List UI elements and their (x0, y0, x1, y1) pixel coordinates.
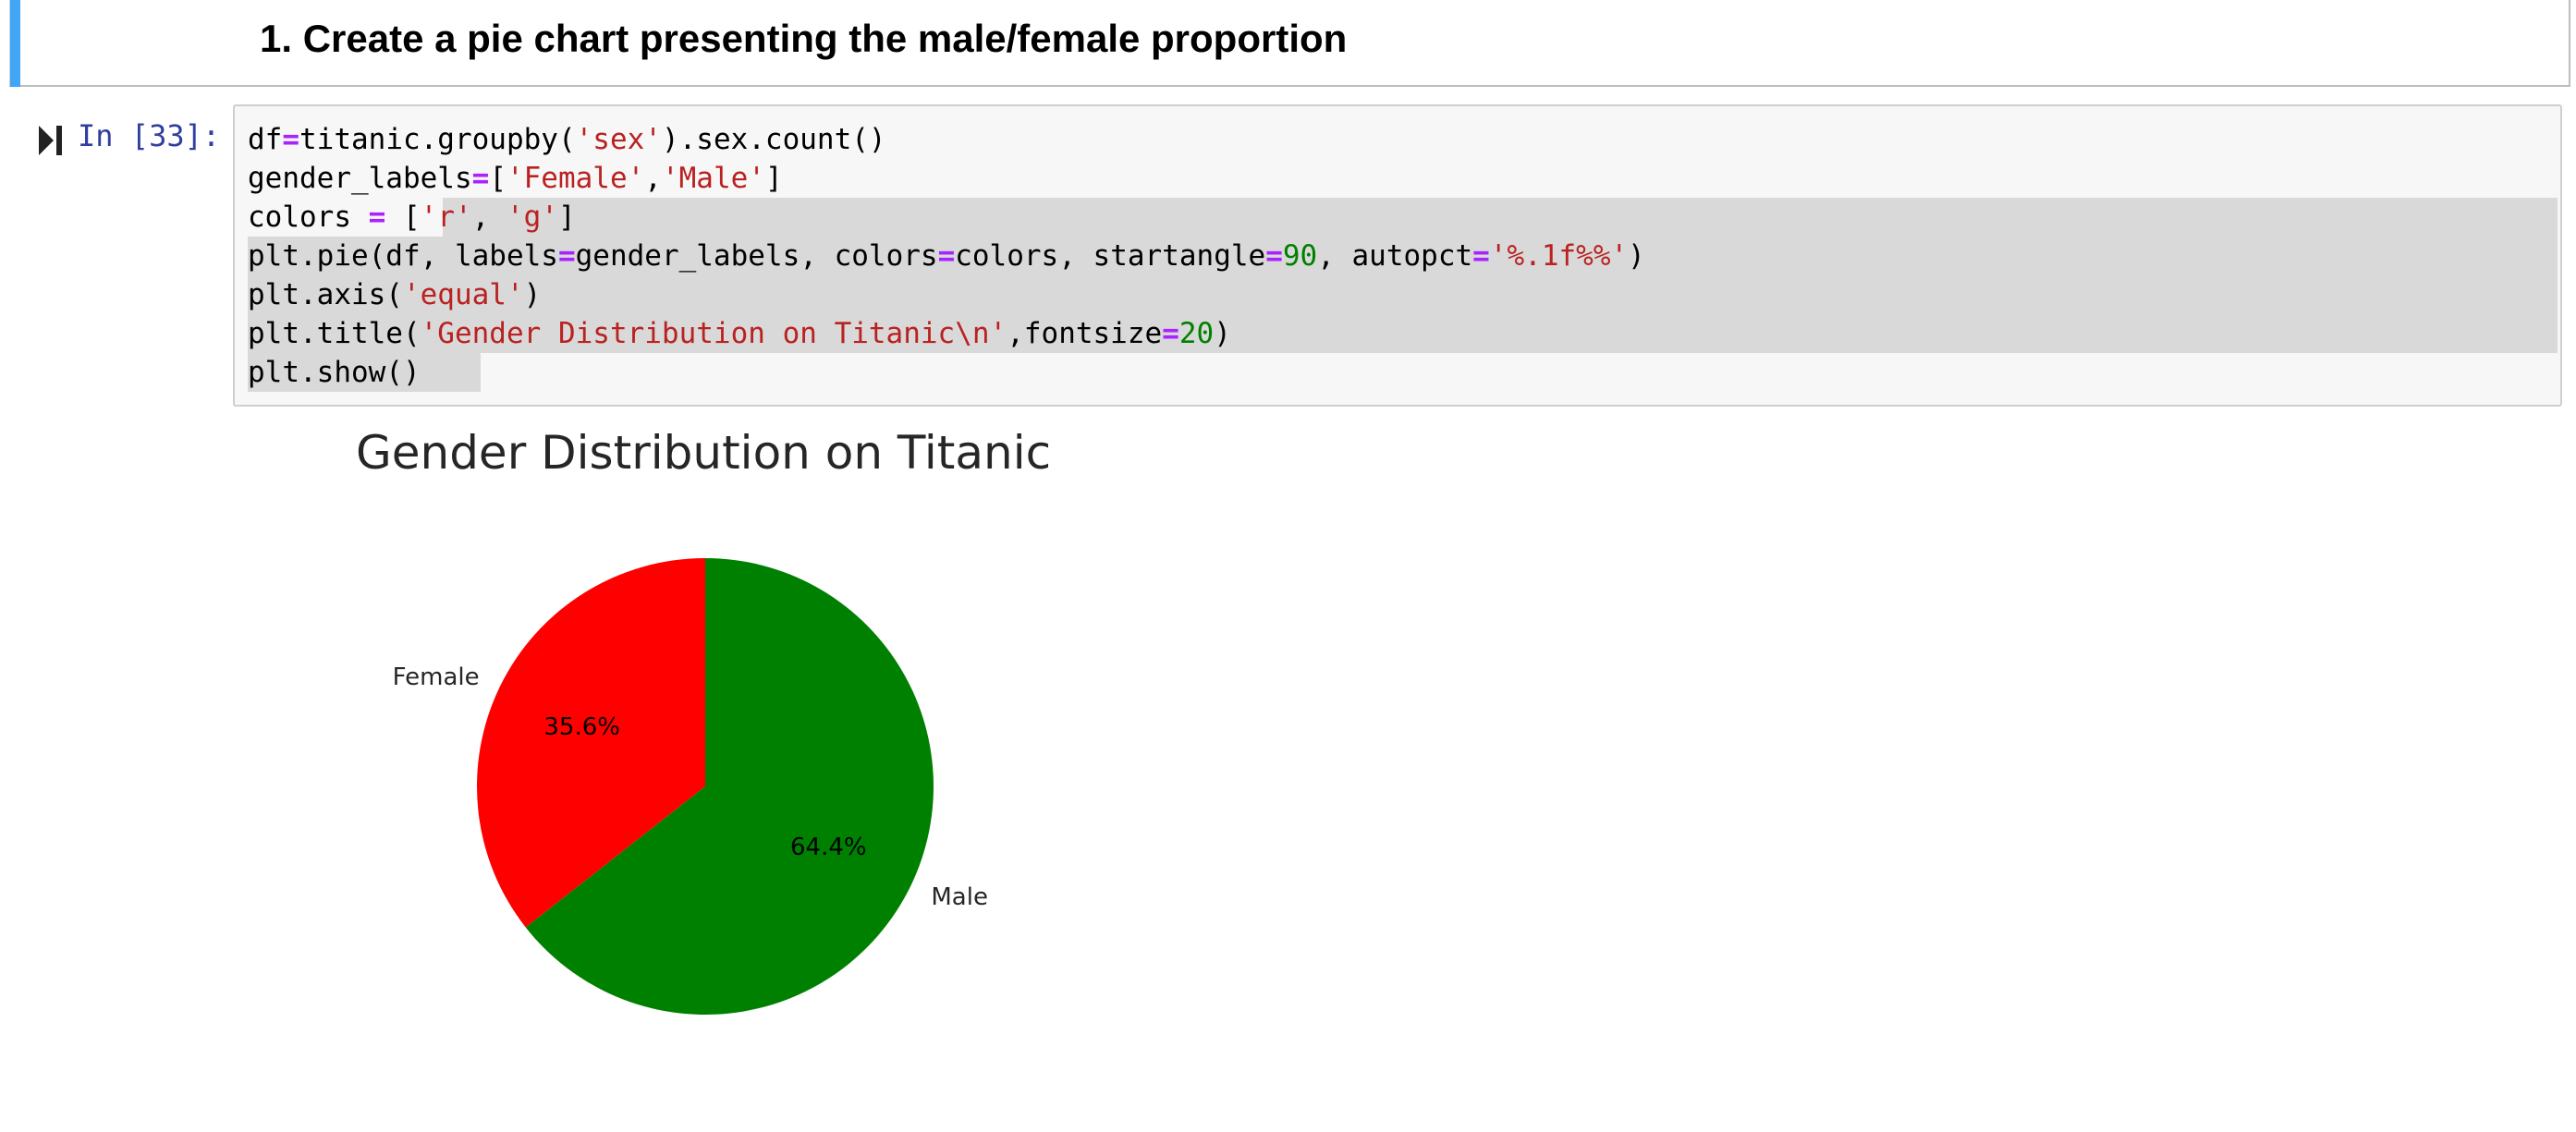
cell-focus-indicator (10, 0, 20, 87)
chart-title: Gender Distribution on Titanic (356, 426, 1051, 480)
pie-chart-output: Gender Distribution on Titanic Female 35.… (356, 426, 1051, 1015)
code-line: plt.title('Gender Distribution on Titani… (248, 317, 1231, 350)
selection-highlight (443, 198, 2558, 237)
input-prompt: In [33]: (78, 118, 221, 153)
selection-highlight (248, 275, 2558, 314)
slice-percent-label: 64.4% (790, 834, 867, 861)
code-line: gender_labels=['Female','Male'] (248, 162, 783, 195)
markdown-heading: 1. Create a pie chart presenting the mal… (260, 17, 1348, 60)
slice-label: Male (931, 883, 988, 911)
code-line: plt.show() (248, 356, 421, 389)
code-line: plt.axis('equal') (248, 278, 542, 311)
markdown-cell[interactable]: 1. Create a pie chart presenting the mal… (9, 0, 2570, 87)
code-line: colors = ['r', 'g'] (248, 201, 576, 234)
code-line: plt.pie(df, labels=gender_labels, colors… (248, 239, 1645, 273)
code-editor[interactable]: df=titanic.groupby('sex').sex.count() ge… (233, 104, 2562, 407)
run-cell-icon[interactable] (37, 124, 65, 157)
slice-percent-label: 35.6% (543, 713, 620, 741)
code-line: df=titanic.groupby('sex').sex.count() (248, 123, 886, 156)
slice-label: Female (393, 663, 480, 691)
